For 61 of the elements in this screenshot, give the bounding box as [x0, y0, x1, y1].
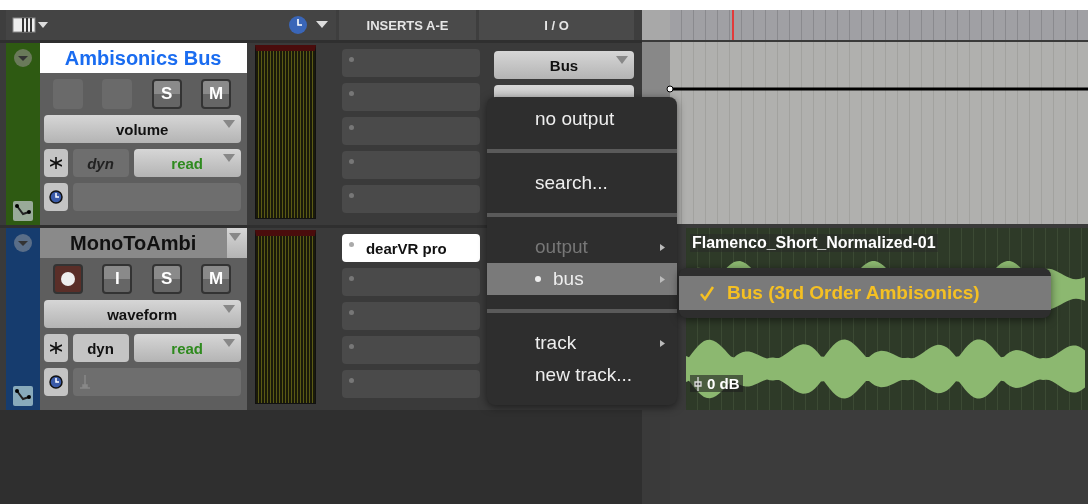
caret-icon [222, 120, 235, 128]
track-input-field[interactable] [72, 368, 241, 396]
insert-slot[interactable] [341, 268, 480, 296]
menu-item[interactable]: search... [487, 167, 677, 199]
clip-gain[interactable]: 0 dB [690, 375, 743, 392]
asterisk-button[interactable] [43, 334, 68, 362]
track-toggle-button[interactable]: S [151, 264, 182, 294]
fader-icon [78, 375, 91, 389]
dyn-button[interactable]: dyn [72, 334, 129, 362]
track-toggle-button[interactable]: M [201, 264, 232, 294]
clock-icon [48, 190, 63, 204]
track-toggle-button[interactable]: I [102, 264, 133, 294]
view-selector[interactable]: waveform [43, 300, 241, 328]
timebase-button[interactable] [43, 183, 68, 211]
menu-item[interactable]: bus [487, 263, 677, 295]
asterisk-button[interactable] [43, 149, 68, 177]
menu-item[interactable]: no output [487, 103, 677, 135]
gain-value: 0 dB [707, 375, 740, 392]
caret-icon [228, 233, 241, 241]
node-link-icon[interactable] [12, 386, 33, 406]
menu-item[interactable]: track [487, 327, 677, 359]
record-button[interactable] [53, 264, 84, 294]
asterisk-icon [49, 157, 62, 169]
columns-menu-icon[interactable] [12, 17, 48, 33]
view-selector[interactable]: volume [43, 115, 241, 143]
caret-icon [616, 56, 628, 64]
insert-slot[interactable] [341, 336, 480, 364]
record-icon [61, 272, 76, 286]
output-selector[interactable]: Bus [494, 51, 634, 79]
collapse-icon[interactable] [13, 49, 32, 67]
insert-slot[interactable] [341, 302, 480, 330]
timeline-ruler[interactable] [642, 10, 1088, 40]
insert-slot[interactable] [341, 117, 480, 145]
track-toggle-button[interactable]: S [151, 79, 182, 109]
clip-name: Flamenco_Short_Normalized-01 [690, 234, 938, 252]
track-toggle-button[interactable]: M [201, 79, 232, 109]
inserts-header: INSERTS A-E [339, 10, 476, 40]
menu-item[interactable]: new track... [487, 359, 677, 391]
fader-icon [693, 376, 703, 391]
timebase-button[interactable] [43, 368, 68, 396]
clock-icon[interactable] [288, 15, 330, 35]
caret-icon [222, 154, 235, 162]
bullet-icon [535, 276, 541, 282]
caret-icon [222, 305, 235, 313]
io-header: I / O [479, 10, 634, 40]
insert-slot[interactable] [341, 151, 480, 179]
dyn-button[interactable]: dyn [72, 149, 129, 177]
insert-slot[interactable] [341, 370, 480, 398]
track-menu-button[interactable] [226, 228, 247, 258]
track-name[interactable]: MonoToAmbi [39, 228, 227, 258]
clock-icon [48, 375, 63, 389]
caret-icon [222, 339, 235, 347]
asterisk-icon [49, 342, 62, 354]
node-link-icon[interactable] [12, 201, 33, 221]
insert-slot[interactable] [341, 83, 480, 111]
collapse-icon[interactable] [13, 234, 32, 252]
insert-slot[interactable]: dearVR pro [341, 234, 480, 262]
insert-slot[interactable] [341, 49, 480, 77]
insert-slot[interactable] [341, 185, 480, 213]
submenu-label: Bus (3rd Order Ambisonics) [727, 282, 980, 304]
track-name[interactable]: Ambisonics Bus [39, 43, 247, 73]
